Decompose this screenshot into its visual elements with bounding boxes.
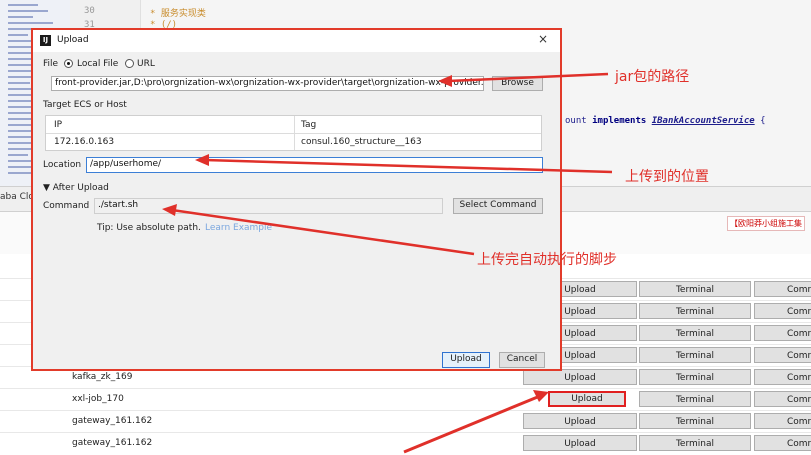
- arrowhead-script: [162, 204, 177, 216]
- annotation-auto-script: 上传完自动执行的脚步: [477, 252, 617, 268]
- arrow-jar-path: [447, 72, 609, 83]
- annotation-upload-location: 上传到的位置: [625, 169, 709, 185]
- arrowhead-jar-path: [438, 75, 452, 87]
- arrow-upload-button: [403, 394, 541, 454]
- arrow-location: [204, 158, 613, 174]
- annotation-arrows: [162, 72, 613, 454]
- annotation-jar-path: jar包的路径: [615, 69, 690, 85]
- arrowhead-upload-button: [533, 390, 549, 402]
- arrowhead-location: [195, 154, 209, 166]
- arrow-script: [171, 208, 475, 256]
